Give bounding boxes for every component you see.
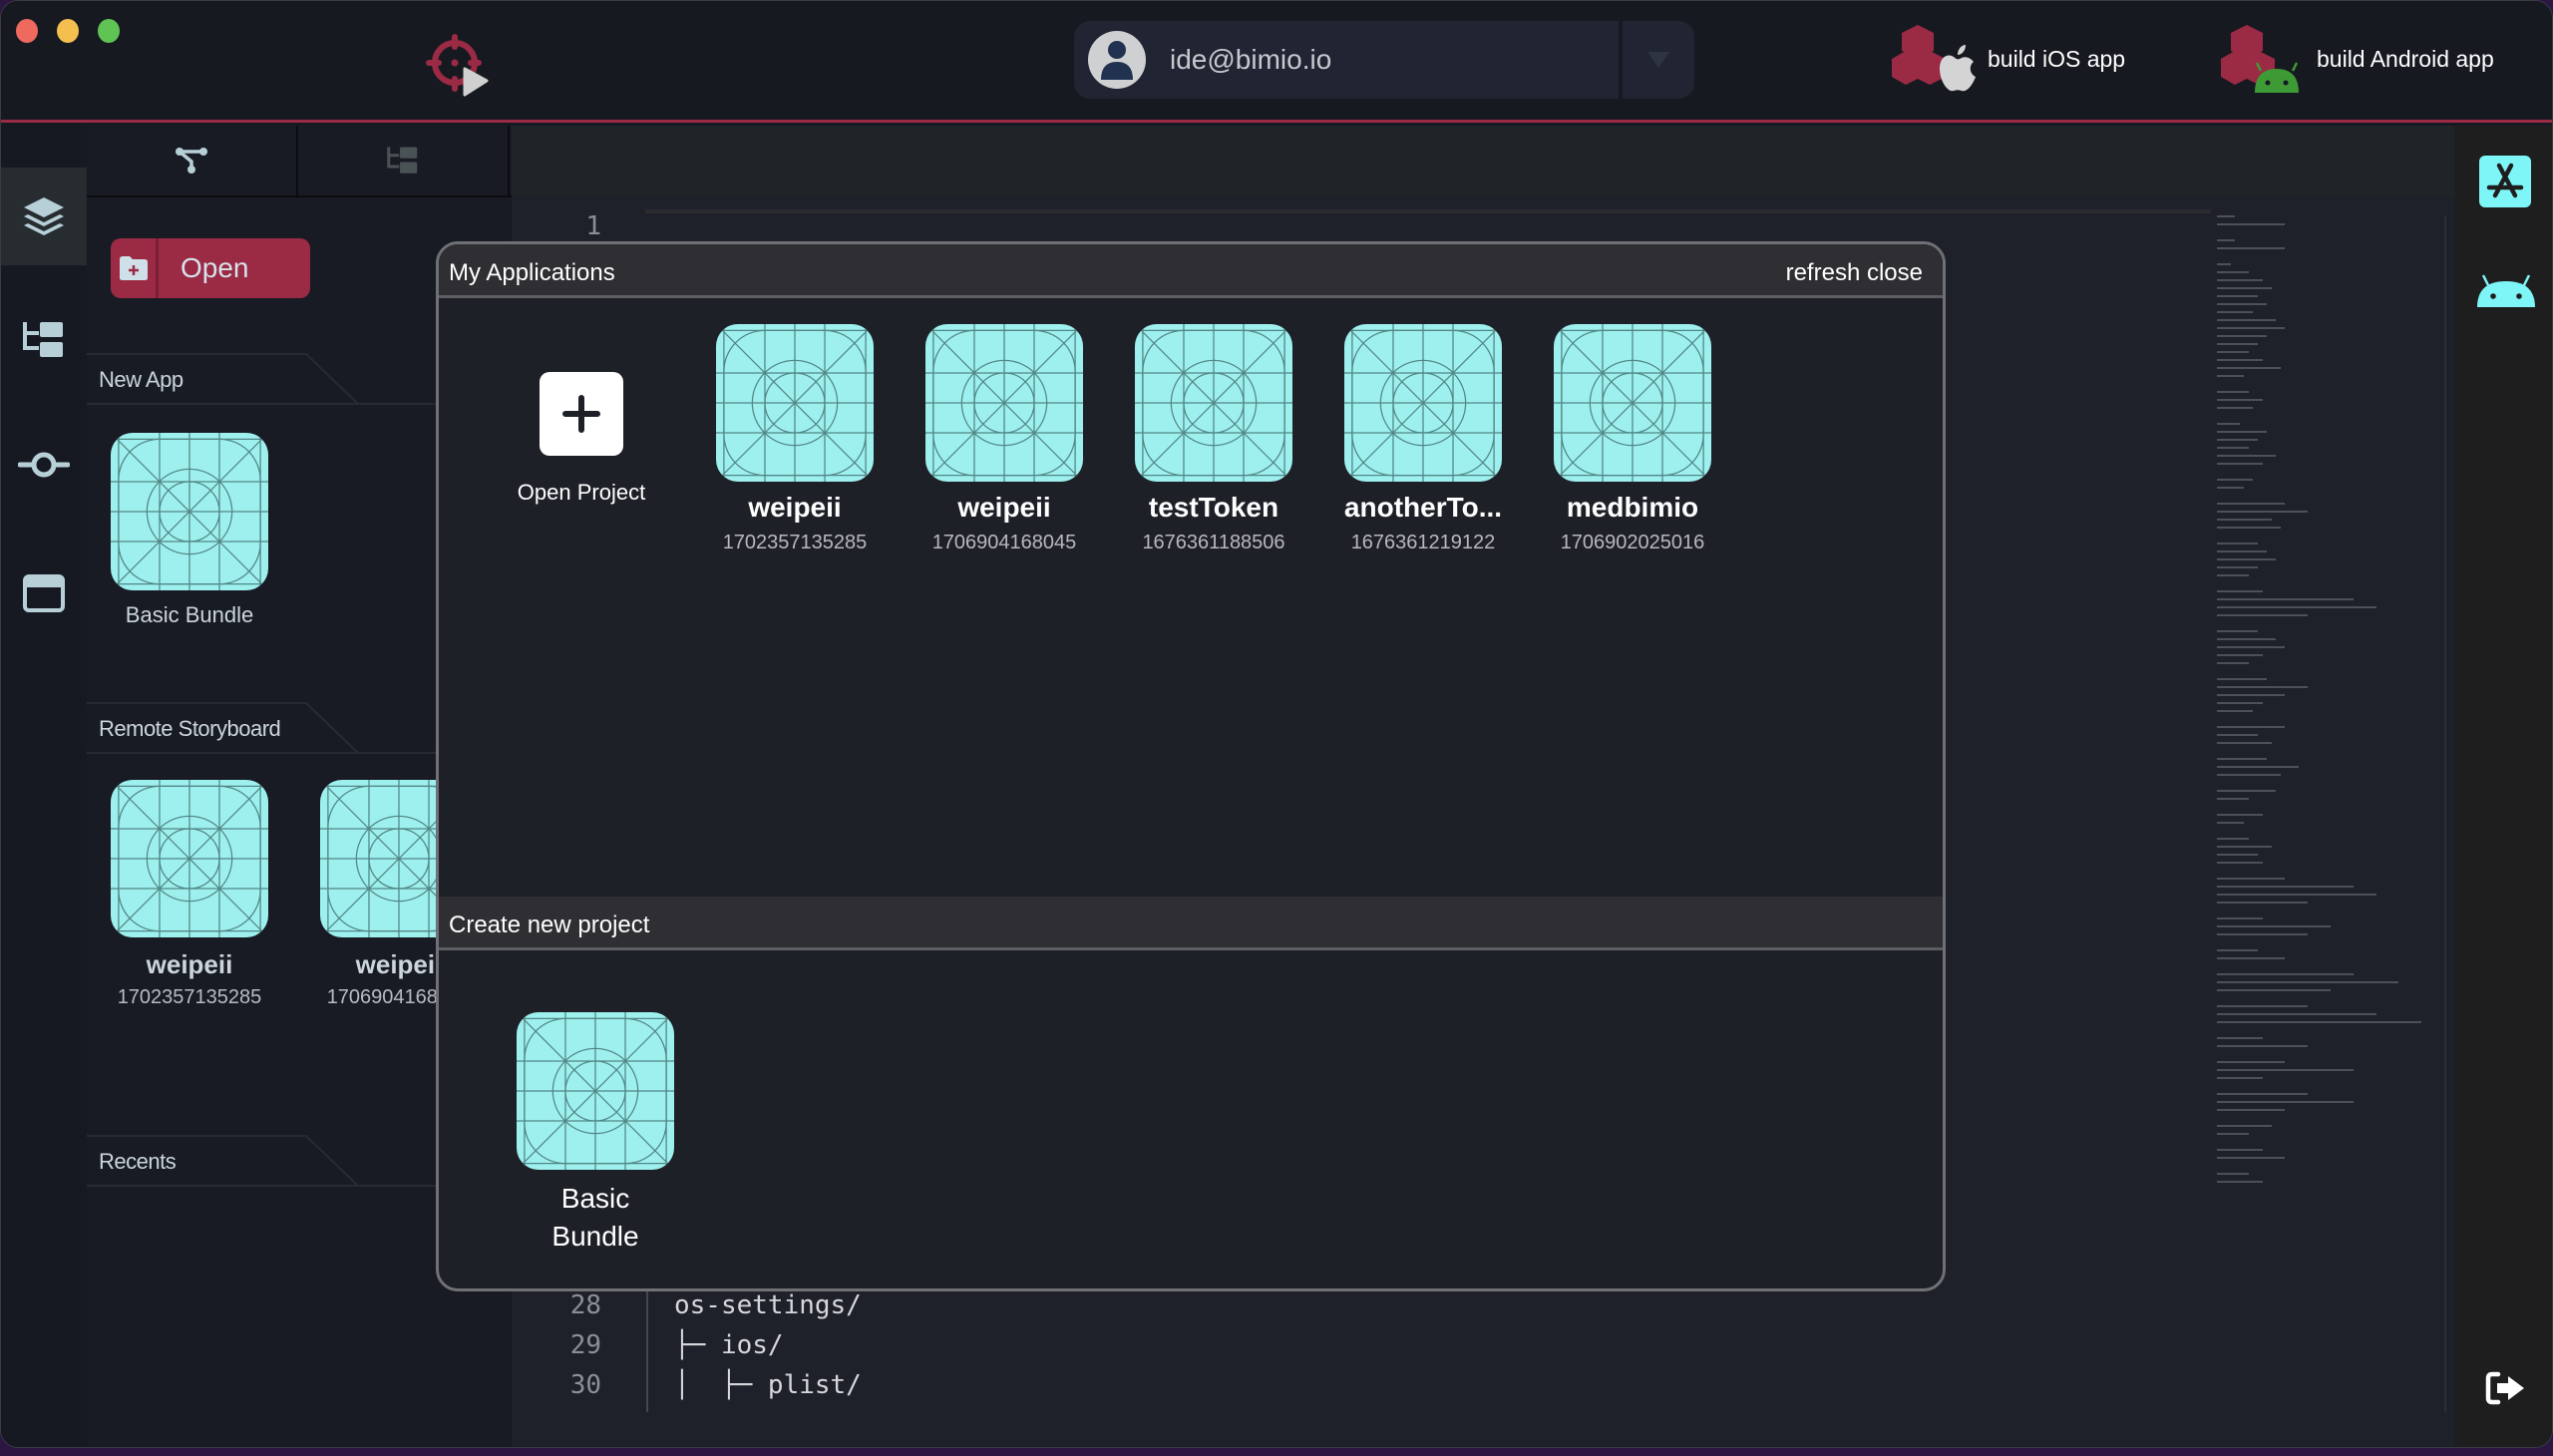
application-name: weipeii <box>748 492 842 523</box>
build-android-label: build Android app <box>2317 45 2494 72</box>
build-android-icon <box>2221 25 2299 93</box>
android-button[interactable] <box>2476 265 2536 317</box>
section-title: Remote Storyboard <box>99 716 281 741</box>
logout-button[interactable] <box>2479 1362 2531 1414</box>
layers-icon <box>24 197 64 235</box>
code-line: ├─ ios/ <box>674 1330 784 1360</box>
close-button[interactable]: close <box>1867 259 1923 286</box>
build-android-button[interactable]: build Android app <box>2221 25 2494 93</box>
tab-file-tree[interactable] <box>298 126 510 195</box>
rail-item-layers[interactable] <box>1 168 87 265</box>
my-applications-dialog: My Applications refresh close Open Proje… <box>436 241 1946 1291</box>
window-maximize-button[interactable] <box>98 19 120 43</box>
app-store-icon <box>2479 156 2531 207</box>
caret-down-icon <box>1647 52 1669 68</box>
line-number: 29 <box>569 1330 601 1360</box>
application-tile[interactable]: testToken 1676361188506 <box>1119 324 1308 554</box>
template-name: Basic Bundle <box>551 1183 639 1252</box>
new-app-template-tile[interactable]: Basic Bundle <box>105 433 274 628</box>
refresh-button[interactable]: refresh <box>1786 259 1861 286</box>
app-placeholder-icon <box>111 433 268 590</box>
application-id: 1706902025016 <box>1560 532 1705 553</box>
account-email: ide@bimio.io <box>1170 44 1332 75</box>
application-id: 1706904168045 <box>931 532 1077 553</box>
application-id: 1676361188506 <box>1142 532 1285 553</box>
line-number: 30 <box>569 1370 601 1400</box>
rail-item-commits[interactable] <box>1 416 87 514</box>
section-title: Recents <box>99 1149 177 1174</box>
app-logo-icon <box>426 34 489 97</box>
code-line: │ ├─ plist/ <box>674 1370 862 1400</box>
application-tile[interactable]: medbimio 1706902025016 <box>1538 324 1727 554</box>
rail-item-window[interactable] <box>1 545 87 642</box>
editor-minimap[interactable] <box>2217 215 2446 1412</box>
open-project-button[interactable]: Open Project <box>487 372 676 506</box>
application-id: 1702357135285 <box>722 532 868 553</box>
account-dropdown-button[interactable] <box>1623 21 1694 99</box>
open-button-label: Open <box>181 252 249 283</box>
application-name: medbimio <box>1566 492 1699 523</box>
tile-name: weipeii <box>146 949 233 979</box>
app-store-button[interactable] <box>2479 156 2531 207</box>
rail-item-file-tree[interactable] <box>1 291 87 389</box>
app-placeholder-icon <box>925 324 1083 482</box>
folder-tree-icon <box>387 147 418 174</box>
tile-name: Basic Bundle <box>125 602 254 627</box>
application-tile[interactable]: anotherTo... 1676361219122 <box>1328 324 1518 554</box>
user-avatar-icon <box>1088 31 1146 89</box>
window-close-button[interactable] <box>16 19 38 43</box>
app-window: ide@bimio.io build iOS app build Android… <box>0 0 2553 1448</box>
activity-rail <box>1 126 87 1447</box>
app-placeholder-icon <box>1554 324 1711 482</box>
build-ios-label: build iOS app <box>1988 45 2126 72</box>
title-bar: ide@bimio.io build iOS app build Android… <box>1 1 2552 123</box>
application-tile[interactable]: weipeii 1702357135285 <box>700 324 890 554</box>
open-project-label: Open Project <box>517 480 646 505</box>
app-placeholder-icon <box>1135 324 1292 482</box>
build-ios-icon <box>1892 25 1976 92</box>
create-project-title: Create new project <box>449 911 650 938</box>
git-branch-icon <box>176 148 207 174</box>
application-tile[interactable]: weipeii 1706904168045 <box>910 324 1099 554</box>
window-minimize-button[interactable] <box>57 19 79 43</box>
plus-icon <box>540 372 623 456</box>
build-ios-button[interactable]: build iOS app <box>1892 25 2126 92</box>
app-placeholder-icon <box>1344 324 1502 482</box>
application-name: weipeii <box>957 492 1051 523</box>
application-id: 1676361219122 <box>1350 532 1496 553</box>
window-icon <box>23 574 65 612</box>
tile-id: 1702357135285 <box>117 986 262 1008</box>
create-project-header: Create new project <box>439 897 1943 950</box>
dialog-title: My Applications <box>449 259 615 286</box>
panel-tabs <box>87 126 512 197</box>
app-placeholder-icon <box>716 324 874 482</box>
open-button[interactable]: Open <box>111 238 310 298</box>
line-number: 28 <box>569 1290 601 1320</box>
tab-git-graph[interactable] <box>87 126 298 195</box>
template-tile[interactable]: Basic Bundle <box>501 1012 690 1256</box>
logout-icon <box>2485 1371 2524 1405</box>
code-line: os-settings/ <box>674 1290 862 1320</box>
line-number: 1 <box>585 211 601 241</box>
folder-tree-icon <box>23 322 63 357</box>
dialog-header: My Applications refresh close <box>439 244 1943 298</box>
remote-storyboard-tile[interactable]: weipeii 1702357135285 <box>105 780 274 1009</box>
application-name: anotherTo... <box>1343 492 1503 523</box>
application-name: testToken <box>1148 492 1279 523</box>
android-icon <box>2477 274 2535 307</box>
platform-rail <box>2454 126 2552 1447</box>
commit-icon <box>18 452 70 478</box>
editor-toolbar <box>512 126 2454 195</box>
folder-plus-icon <box>119 256 148 280</box>
app-placeholder-icon <box>517 1012 674 1170</box>
section-title: New App <box>99 367 183 392</box>
app-placeholder-icon <box>111 780 268 937</box>
account-selector[interactable]: ide@bimio.io <box>1074 21 1694 99</box>
